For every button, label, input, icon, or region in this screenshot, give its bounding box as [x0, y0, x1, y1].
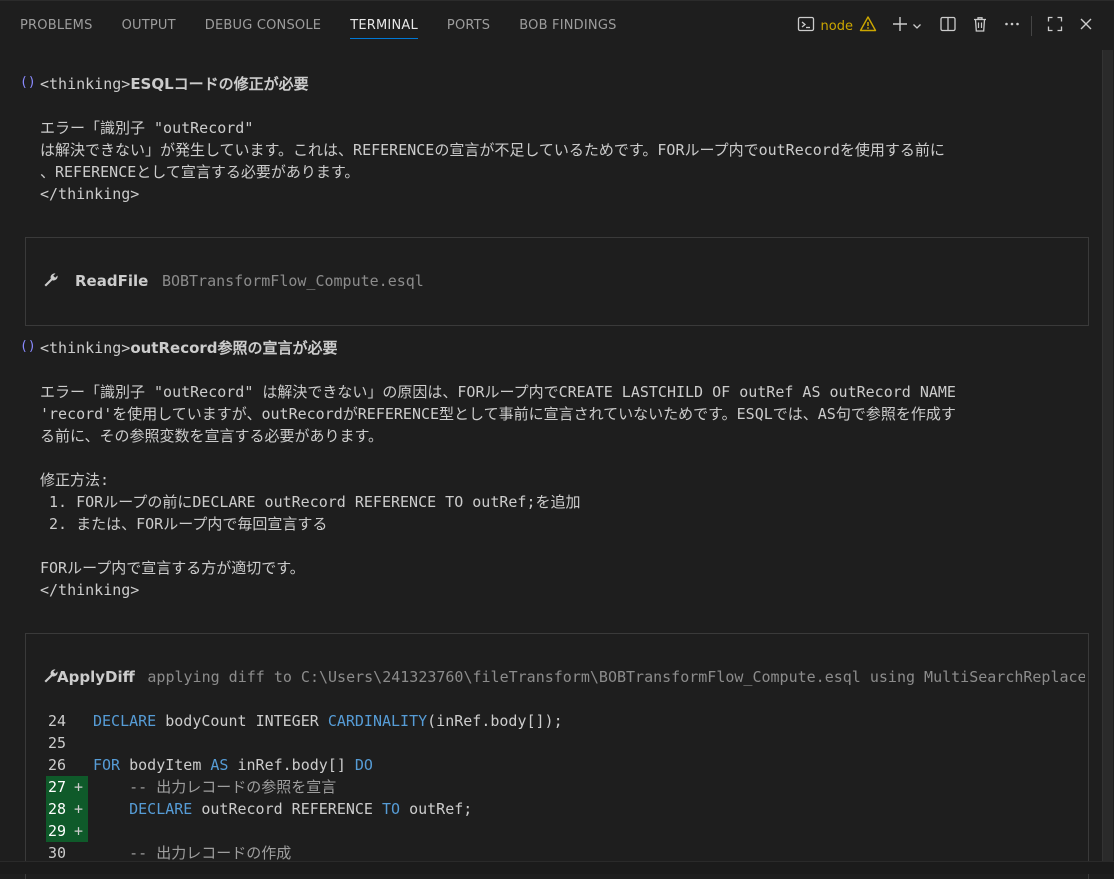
- tab-problems[interactable]: PROBLEMS: [20, 1, 93, 34]
- added-marker: +: [74, 778, 84, 796]
- horizontal-scrollbar[interactable]: [0, 861, 1114, 874]
- code-token: FOR: [93, 756, 121, 774]
- kill-terminal-button[interactable]: [971, 13, 989, 39]
- panel-header: PROBLEMS OUTPUT DEBUG CONSOLE TERMINAL P…: [0, 0, 1114, 51]
- added-marker: +: [74, 822, 84, 840]
- code-token: (inRef.body[]);: [427, 712, 563, 730]
- panel-tabs: PROBLEMS OUTPUT DEBUG CONSOLE TERMINAL P…: [20, 1, 646, 51]
- readfile-row: ReadFile BOBTransformFlow_Compute.esql: [75, 271, 424, 290]
- terminal-icon: [797, 15, 815, 37]
- tab-bob-findings[interactable]: BOB FINDINGS: [519, 1, 616, 34]
- diff-line: 24 DECLARE bodyCount INTEGER CARDINALITY(…: [46, 710, 1086, 732]
- code-token: outRef;: [400, 800, 473, 818]
- code-token: DO: [354, 756, 373, 774]
- thinking-line: 、REFERENCEとして宣言する必要があります。: [40, 163, 360, 181]
- code-token: -- 出力レコードの作成: [93, 844, 292, 862]
- vertical-scrollbar[interactable]: [1100, 50, 1114, 862]
- chevron-down-icon: [911, 17, 923, 36]
- split-terminal-button[interactable]: [939, 13, 957, 39]
- wrench-icon: [42, 271, 60, 293]
- terminal-output: () <thinking>ESQLコードの修正が必要 エラー「識別子 "outR…: [0, 50, 1098, 879]
- diff-code-view: 24 DECLARE bodyCount INTEGER CARDINALITY(…: [46, 710, 1086, 874]
- thinking-header: <thinking>outRecord参照の宣言が必要: [40, 337, 338, 359]
- actions-divider: [1031, 16, 1032, 36]
- tool-name: ReadFile: [75, 272, 149, 290]
- panel-actions: node: [797, 13, 1094, 39]
- thinking-line: エラー「識別子 "outRecord" は解決できない」の原因は、FORループ内…: [40, 383, 956, 401]
- code-token: outRecord REFERENCE: [192, 800, 382, 818]
- scrollbar-thumb[interactable]: [1102, 50, 1113, 862]
- tab-debug-console[interactable]: DEBUG CONSOLE: [205, 1, 321, 34]
- readfile-tool-box: ReadFile BOBTransformFlow_Compute.esql: [25, 237, 1089, 326]
- trash-icon: [971, 15, 989, 37]
- thinking-close-tag: </thinking>: [40, 185, 140, 203]
- code-token: INTEGER: [255, 712, 319, 730]
- new-terminal-button[interactable]: [891, 13, 909, 39]
- tool-name: ApplyDiff: [57, 668, 135, 686]
- more-actions-button[interactable]: [1003, 13, 1021, 39]
- thinking-line: 修正方法:: [40, 471, 110, 489]
- code-text: DECLARE bodyCount INTEGER CARDINALITY(in…: [93, 710, 563, 732]
- split-icon: [939, 15, 957, 37]
- thinking-icon: (): [20, 75, 36, 90]
- thinking-line: 1. FORループの前にDECLARE outRecord REFERENCE …: [40, 493, 581, 511]
- code-token: bodyCount: [156, 712, 256, 730]
- code-token: AS: [210, 756, 229, 774]
- thinking-icon: (): [20, 339, 36, 354]
- code-token: CARDINALITY: [327, 712, 428, 730]
- code-text: DECLARE outRecord REFERENCE TO outRef;: [93, 798, 472, 820]
- code-token: inRef.body[]: [228, 756, 355, 774]
- thinking-line: エラー「識別子 "outRecord": [40, 119, 254, 137]
- terminal-selector[interactable]: node: [797, 13, 877, 39]
- thinking-heading: outRecord参照の宣言が必要: [130, 339, 338, 357]
- maximize-icon: [1046, 15, 1064, 37]
- diff-line-added: 28 + DECLARE outRecord REFERENCE TO outRe…: [46, 798, 1086, 820]
- terminal-name: node: [820, 18, 853, 34]
- diff-line-added: 29 +: [46, 820, 1086, 842]
- applydiff-row: ApplyDiff applying diff to C:\Users\2413…: [57, 667, 1085, 686]
- thinking-header: <thinking>ESQLコードの修正が必要: [40, 73, 309, 95]
- close-panel-button[interactable]: [1078, 13, 1094, 39]
- thinking-line: FORループ内で宣言する方が適切です。: [40, 559, 305, 577]
- line-number: 24: [48, 712, 67, 730]
- tab-output[interactable]: OUTPUT: [122, 1, 176, 34]
- tool-argument: BOBTransformFlow_Compute.esql: [161, 272, 424, 290]
- thinking-line: る前に、その参照変数を宣言する必要があります。: [40, 427, 384, 445]
- line-number: 26: [48, 756, 67, 774]
- maximize-panel-button[interactable]: [1046, 13, 1064, 39]
- new-terminal-dropdown[interactable]: [911, 13, 923, 39]
- thinking-line: は解決できない」が発生しています。これは、REFERENCEの宣言が不足している…: [40, 141, 945, 159]
- code-token: bodyItem: [120, 756, 211, 774]
- diff-line: 26 FOR bodyItem AS inRef.body[] DO: [46, 754, 1086, 776]
- thinking-open-tag: <thinking>: [40, 339, 131, 357]
- thinking-heading: ESQLコードの修正が必要: [130, 75, 309, 93]
- thinking-line: 2. または、FORループ内で毎回宣言する: [40, 515, 328, 533]
- line-number: 25: [48, 734, 67, 752]
- tool-argument: applying diff to C:\Users\241323760\file…: [147, 668, 1085, 686]
- diff-line-added: 27 + -- 出力レコードの参照を宣言: [46, 776, 1086, 798]
- code-text: FOR bodyItem AS inRef.body[] DO: [93, 754, 373, 776]
- diff-line: 25: [46, 732, 1086, 754]
- code-token: DECLARE: [93, 712, 157, 730]
- ellipsis-icon: [1003, 15, 1021, 37]
- thinking-line: 'record'を使用していますが、outRecordがREFERENCE型とし…: [40, 405, 956, 423]
- plus-icon: [891, 15, 909, 37]
- thinking-close-tag: </thinking>: [40, 581, 140, 599]
- tab-terminal[interactable]: TERMINAL: [350, 1, 418, 39]
- code-token: -- 出力レコードの参照を宣言: [93, 778, 337, 796]
- tab-ports[interactable]: PORTS: [447, 1, 490, 34]
- close-icon: [1078, 16, 1094, 36]
- code-text: -- 出力レコードの参照を宣言: [93, 776, 336, 798]
- added-marker: +: [74, 800, 84, 818]
- code-token: TO: [382, 800, 401, 818]
- thinking-open-tag: <thinking>: [40, 75, 131, 93]
- code-token: DECLARE: [129, 800, 193, 818]
- warning-icon: [859, 15, 877, 37]
